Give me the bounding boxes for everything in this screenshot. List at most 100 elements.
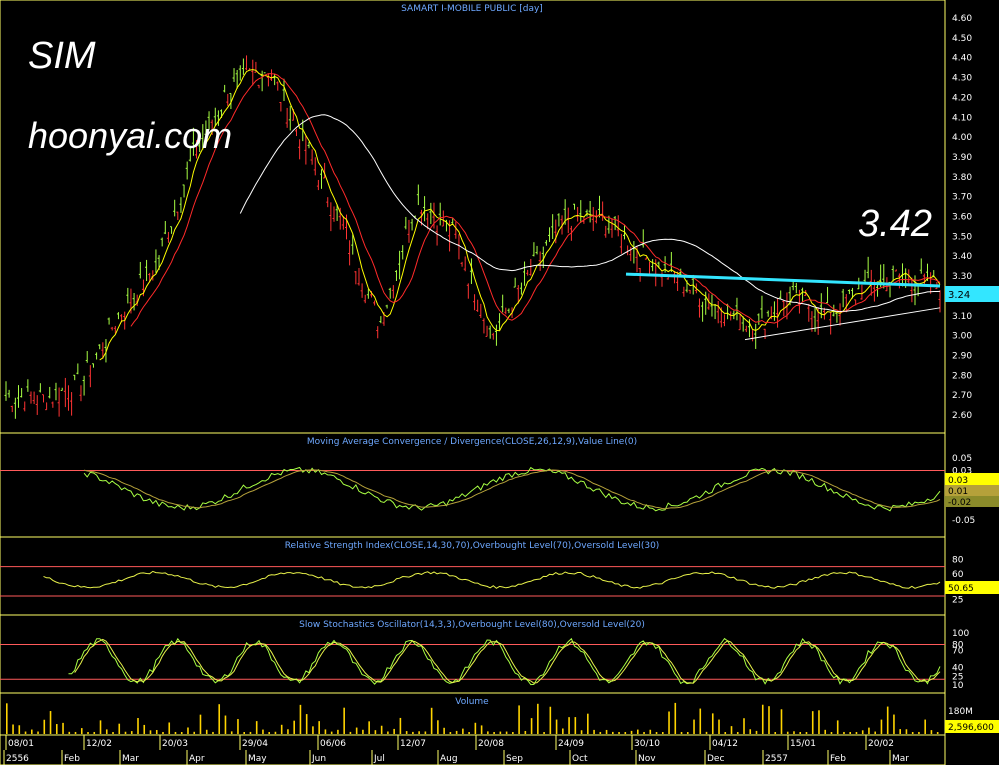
price-y-tick: 3.40 [952, 252, 972, 262]
x-month-label: 2557 [765, 754, 788, 764]
volume-bar [774, 731, 777, 734]
x-tick-label: 12/07 [400, 739, 426, 749]
volume-bar [205, 729, 208, 734]
volume-bar [212, 731, 214, 734]
volume-bar [449, 731, 452, 734]
volume-bar [799, 731, 802, 734]
stoch-k-line [68, 637, 941, 686]
volume-bar [474, 722, 477, 734]
price-candles [4, 55, 941, 419]
volume-bar [43, 719, 46, 734]
volume-bar [574, 717, 577, 734]
volume-bar [549, 706, 552, 734]
level-lines [0, 470, 945, 680]
volume-bar [68, 731, 71, 734]
x-month-label: May [248, 754, 267, 764]
stoch-panel-title: Slow Stochastics Oscillator(14,3,3),Over… [299, 620, 645, 630]
volume-bar [911, 731, 914, 734]
volume-bar [824, 729, 827, 734]
volume-bar [736, 731, 739, 734]
price-panel-frame [0, 0, 946, 434]
volume-bar [49, 711, 52, 734]
rsi-value: 50.65 [948, 584, 974, 594]
volume-bar [868, 727, 870, 734]
price-y-tick: 4.20 [952, 93, 972, 103]
volume-bar [418, 731, 420, 734]
x-tick-label: 24/09 [558, 739, 584, 749]
volume-bar [649, 729, 652, 734]
x-month-label: Feb [64, 754, 80, 764]
volume-bar [287, 729, 289, 734]
price-y-tick: 3.50 [952, 232, 972, 242]
volume-bar [55, 724, 58, 734]
volume-bar [149, 730, 152, 734]
volume-bar [524, 730, 527, 734]
price-y-tick: 2.70 [952, 391, 972, 401]
volume-bar [518, 705, 520, 734]
volume-bar [918, 731, 920, 734]
volume-bar [612, 731, 614, 734]
volume-bar [18, 725, 21, 734]
rsi-y-tick: 25 [952, 596, 963, 606]
volume-bar [811, 711, 814, 734]
volume-bar [174, 731, 177, 734]
volume-bar [80, 728, 83, 734]
volume-bar [380, 725, 383, 734]
x-month-label: 2556 [6, 754, 29, 764]
volume-bar [280, 724, 283, 734]
volume-bar [187, 727, 189, 734]
volume-bar [299, 704, 302, 734]
y-axis-ticks: 4.60 4.50 4.40 4.30 4.20 4.10 4.00 3.90 3.80 3.70… [948, 14, 975, 717]
volume-bar [605, 729, 608, 734]
stoch-y-tick: 70 [952, 646, 964, 656]
volume-bar [618, 731, 620, 734]
volume-bar [124, 731, 127, 734]
volume-bar [437, 720, 439, 734]
volume-bar [180, 731, 183, 734]
volume-bar [30, 729, 33, 734]
x-month-label: Dec [707, 754, 724, 764]
price-y-tick: 3.10 [952, 312, 972, 322]
ma-mid-line [130, 73, 941, 327]
volume-bar [462, 728, 464, 734]
volume-bar [118, 723, 121, 734]
volume-bar [624, 731, 627, 734]
price-y-tick: 4.50 [952, 34, 972, 44]
volume-bar [249, 731, 252, 734]
volume-bar [711, 713, 714, 734]
volume-bar [593, 729, 595, 734]
price-y-tick: 4.40 [952, 54, 972, 64]
volume-bar [924, 719, 926, 734]
volume-bar [636, 729, 639, 734]
x-axis-ticks: 08/01 12/02 20/03 29/04 06/06 12/07 20/08 24/09… [3, 735, 909, 765]
volume-bar [674, 702, 677, 734]
volume-bar [455, 730, 458, 734]
x-month-label: Mar [122, 754, 139, 764]
x-month-label: Jul [373, 754, 385, 764]
symbol-overlay: SIM [28, 35, 96, 77]
volume-bar [155, 730, 158, 734]
volume-bar [543, 731, 545, 734]
price-panel-title: SAMART I-MOBILE PUBLIC [day] [401, 4, 543, 14]
macd-value-3: -0.02 [948, 498, 971, 508]
volume-bar [74, 731, 77, 734]
volume-bar [224, 715, 227, 734]
x-month-label: Mar [892, 754, 909, 764]
volume-bar [761, 704, 764, 734]
volume-bar [255, 721, 258, 734]
price-y-tick: 3.30 [952, 272, 972, 282]
price-y-tick: 3.70 [952, 193, 972, 203]
volume-bar [218, 704, 221, 734]
volume-bar [512, 732, 514, 734]
volume-bar [99, 720, 102, 734]
x-tick-label: 06/06 [320, 739, 346, 749]
volume-bar [655, 731, 658, 734]
price-y-tick: 4.00 [952, 133, 972, 143]
price-overlay: 3.42 [858, 203, 932, 245]
x-month-label: Oct [572, 754, 588, 764]
volume-bar [37, 731, 39, 734]
chart-canvas: SAMART I-MOBILE PUBLIC [day] Moving Aver… [0, 0, 999, 765]
volume-bar [568, 717, 570, 734]
volume-bar [318, 721, 320, 734]
x-month-label: Nov [638, 754, 656, 764]
